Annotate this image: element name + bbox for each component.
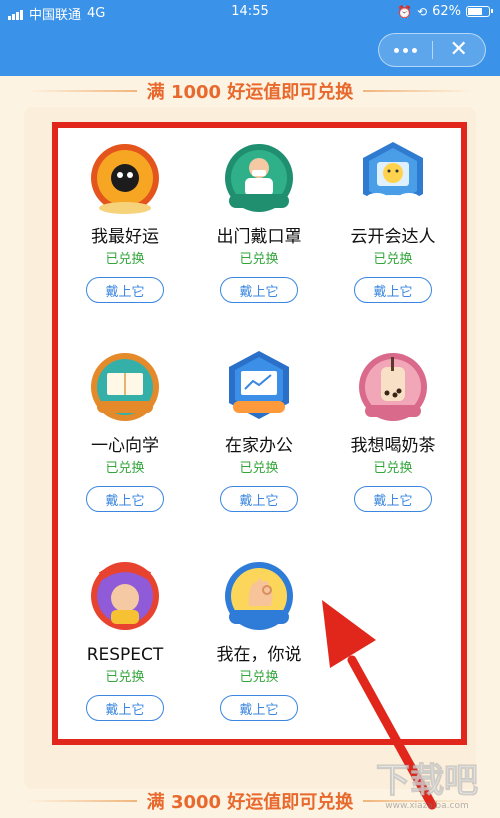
badge-name: RESPECT (86, 645, 164, 665)
badge-name: 我最好运 (91, 227, 159, 247)
mask-badge-icon (225, 144, 293, 212)
mini-program-capsule: ✕ (378, 33, 486, 67)
section-title-1000: 满 1000 好运值即可兑换 (0, 78, 500, 104)
redeemed-status: 已兑换 (239, 252, 279, 267)
lock-rotation-icon: ⟲ (417, 4, 428, 19)
section-title-text: 满 3000 好运值即可兑换 (146, 792, 354, 813)
i-am-here-badge-icon (225, 562, 293, 630)
redeemed-status: 已兑换 (105, 252, 145, 267)
badge-grid: 我最好运 已兑换 戴上它 出门戴口罩 已兑换 戴上它 云开会达人 已兑换 戴上它 一心向学 已兑换戴… (58, 132, 461, 759)
title-decoration-left (26, 90, 137, 92)
wear-badge-button[interactable]: 戴上它 (220, 277, 298, 303)
badge-item: 在家办公已兑换戴上它 (192, 341, 326, 550)
close-icon[interactable]: ✕ (433, 33, 486, 67)
badge-item: 一心向学已兑换戴上它 (58, 341, 192, 550)
svg-text:www.xiazaiba.com: www.xiazaiba.com (385, 801, 469, 811)
respect-badge-icon (91, 562, 159, 630)
badge-name: 我在，你说 (216, 645, 302, 665)
badge-item: 我最好运已兑换戴上它 (58, 132, 192, 341)
lucky-badge-icon (91, 144, 159, 214)
redeemed-status: 已兑换 (373, 252, 413, 267)
badge-name: 出门戴口罩 (216, 227, 302, 247)
status-bar: 中国联通 4G 14:55 ⏰ ⟲ 62% (0, 0, 500, 24)
wear-badge-button[interactable]: 戴上它 (354, 277, 432, 303)
badge-name: 云开会达人 (350, 227, 436, 247)
alarm-icon: ⏰ (397, 4, 413, 19)
status-right: ⏰ ⟲ 62% (397, 4, 493, 19)
title-decoration-left (26, 800, 137, 802)
work-from-home-badge-icon (229, 351, 289, 419)
battery-percent: 62% (432, 4, 461, 19)
redeemed-status: 已兑换 (239, 461, 279, 476)
badge-item: 我想喝奶茶已兑换戴上它 (326, 341, 460, 550)
svg-text:下载吧: 下载吧 (376, 761, 478, 801)
redeemed-status: 已兑换 (105, 670, 145, 685)
nav-bar: ✕ (0, 24, 500, 76)
more-dots-icon[interactable] (379, 47, 432, 53)
milk-tea-badge-icon (359, 353, 427, 421)
badge-item: 我在，你说已兑换戴上它 (192, 550, 326, 759)
badge-name: 在家办公 (225, 436, 293, 456)
cloud-meeting-badge-icon (363, 142, 423, 213)
title-decoration-right (363, 90, 474, 92)
wear-badge-button[interactable]: 戴上它 (86, 486, 164, 512)
badge-item: RESPECT 已兑换戴上它 (58, 550, 192, 759)
badge-name: 我想喝奶茶 (350, 436, 436, 456)
redeemed-status: 已兑换 (239, 670, 279, 685)
watermark-logo: 下载吧 www.xiazaiba.com (376, 761, 479, 812)
badge-item: 出门戴口罩已兑换戴上它 (192, 132, 326, 341)
wear-badge-button[interactable]: 戴上它 (220, 486, 298, 512)
battery-fill (468, 8, 482, 15)
badge-item: 云开会达人已兑换戴上它 (326, 132, 460, 341)
section-title-text: 满 1000 好运值即可兑换 (146, 82, 354, 103)
wear-badge-button[interactable]: 戴上它 (354, 486, 432, 512)
study-badge-icon (91, 353, 159, 421)
wear-badge-button[interactable]: 戴上它 (220, 695, 298, 721)
redeemed-status: 已兑换 (373, 461, 413, 476)
wear-badge-button[interactable]: 戴上它 (86, 695, 164, 721)
wear-badge-button[interactable]: 戴上它 (86, 277, 164, 303)
redeemed-status: 已兑换 (105, 461, 145, 476)
battery-icon (466, 6, 493, 17)
badge-name: 一心向学 (91, 436, 159, 456)
